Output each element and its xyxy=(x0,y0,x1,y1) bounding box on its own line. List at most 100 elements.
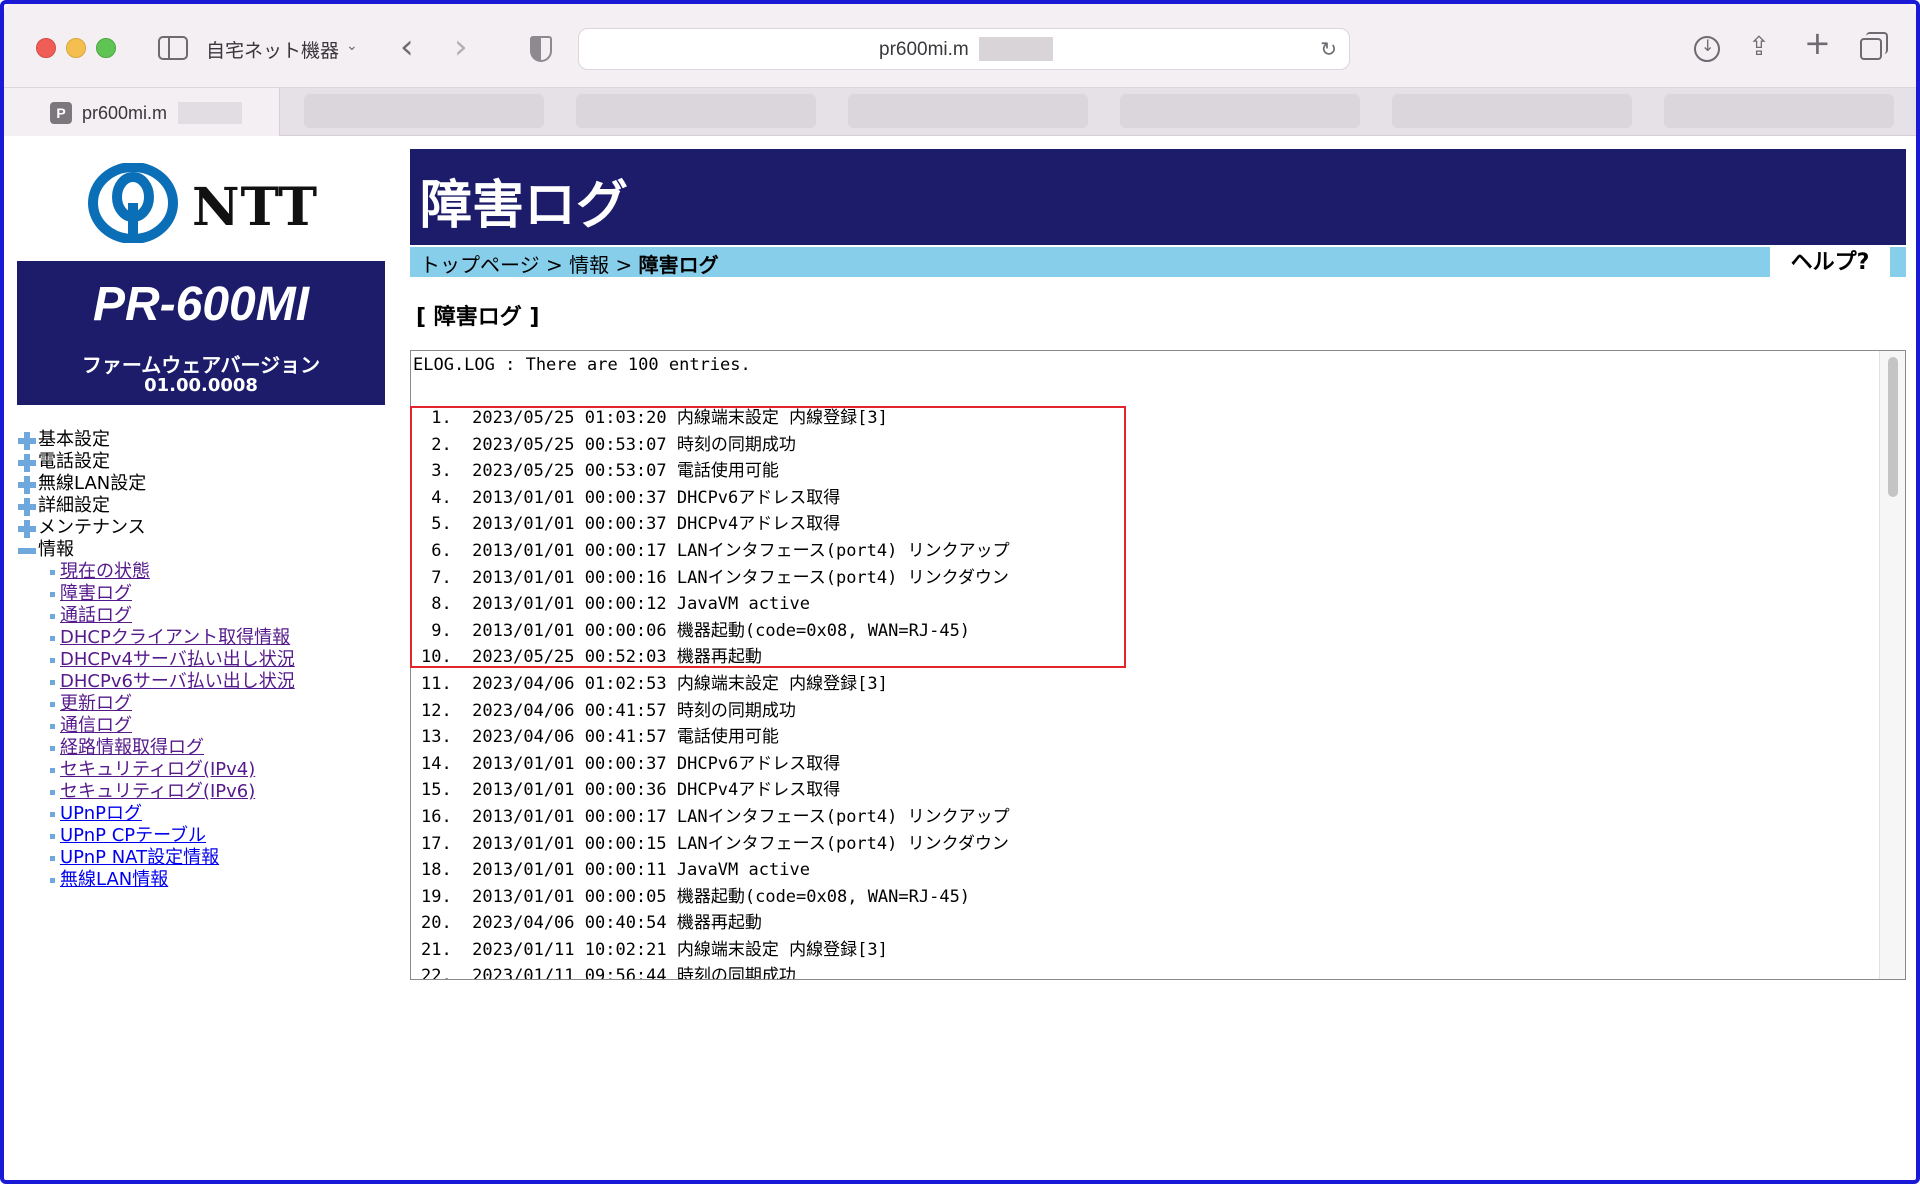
bullet-icon xyxy=(50,724,55,729)
tab-redacted[interactable] xyxy=(1392,94,1632,128)
model-info-box: PR-600MI ファームウェアバージョン 01.00.0008 xyxy=(17,261,385,405)
log-entry: 2. 2023/05/25 00:53:07 時刻の同期成功 xyxy=(421,434,796,455)
menu-subitem[interactable]: セキュリティログ(IPv4) xyxy=(18,759,295,781)
collapse-minus-icon[interactable] xyxy=(18,548,36,554)
menu-subitem[interactable]: 障害ログ xyxy=(18,583,295,605)
scroll-thumb[interactable] xyxy=(1888,357,1898,497)
tab-overview-icon[interactable] xyxy=(1860,32,1888,60)
breadcrumb-current: 障害ログ xyxy=(638,253,719,277)
log-entry: 1. 2023/05/25 01:03:20 内線端末設定 内線登録[3] xyxy=(421,408,888,428)
menu-subitem[interactable]: 通信ログ xyxy=(18,715,295,737)
bullet-icon xyxy=(50,680,55,685)
bullet-icon xyxy=(50,636,55,641)
browser-window: 自宅ネット機器 ⌄ ‹ › pr600mi.m ↻ ⇪ + P pr600mi.… xyxy=(4,4,1916,1180)
menu-subitem[interactable]: DHCPv6サーバ払い出し状況 xyxy=(18,671,295,693)
menu-item-maintenance[interactable]: メンテナンス xyxy=(18,517,295,539)
bullet-icon xyxy=(50,570,55,575)
browser-toolbar: 自宅ネット機器 ⌄ ‹ › pr600mi.m ↻ ⇪ + xyxy=(4,4,1916,88)
tab-redacted[interactable] xyxy=(1664,94,1894,128)
help-button[interactable]: ヘルプ? xyxy=(1770,247,1890,277)
new-tab-plus-icon[interactable]: + xyxy=(1804,27,1831,59)
log-entry: 7. 2013/01/01 00:00:16 LANインタフェース(port4)… xyxy=(421,567,1009,588)
forward-arrow-icon[interactable]: › xyxy=(454,30,468,64)
zoom-window-button[interactable] xyxy=(96,38,116,58)
redacted-url-segment xyxy=(979,37,1053,61)
log-textarea[interactable]: ELOG.LOG : There are 100 entries. 1. 202… xyxy=(410,350,1906,980)
menu-subitem[interactable]: DHCPv4サーバ払い出し状況 xyxy=(18,649,295,671)
url-text: pr600mi.m xyxy=(879,39,969,60)
scrollbar[interactable] xyxy=(1879,351,1905,979)
share-icon[interactable]: ⇪ xyxy=(1748,32,1770,62)
breadcrumb-text: トップページ > 情報 > 障害ログ xyxy=(420,253,719,277)
log-entry: 20. 2023/04/06 00:40:54 機器再起動 xyxy=(421,913,762,934)
bullet-icon xyxy=(50,746,55,751)
tab-group-label[interactable]: 自宅ネット機器 xyxy=(206,36,339,63)
menu-subitem[interactable]: UPnP NAT設定情報 xyxy=(18,847,295,869)
expand-plus-icon[interactable] xyxy=(18,476,36,494)
log-entry: 5. 2013/01/01 00:00:37 DHCPv4アドレス取得 xyxy=(421,514,841,535)
bullet-icon xyxy=(50,614,55,619)
bullet-icon xyxy=(50,658,55,663)
log-entry: 9. 2013/01/01 00:00:06 機器起動(code=0x08, W… xyxy=(421,620,971,641)
log-entry: 22. 2023/01/11 09:56:44 時刻の同期成功 xyxy=(421,966,796,980)
download-icon[interactable] xyxy=(1694,36,1720,62)
reload-icon[interactable]: ↻ xyxy=(1320,37,1337,61)
menu-subitem[interactable]: UPnPログ xyxy=(18,803,295,825)
bullet-icon xyxy=(50,834,55,839)
tab-redacted[interactable] xyxy=(304,94,544,128)
breadcrumb: トップページ > 情報 > 障害ログ ヘルプ? xyxy=(410,247,1906,277)
expand-plus-icon[interactable] xyxy=(18,498,36,516)
log-entry: 18. 2013/01/01 00:00:11 JavaVM active xyxy=(421,860,810,881)
menu-subitem[interactable]: 無線LAN情報 xyxy=(18,869,295,891)
page-title: 障害ログ xyxy=(420,176,629,236)
menu-subitem[interactable]: 更新ログ xyxy=(18,693,295,715)
log-entry: 15. 2013/01/01 00:00:36 DHCPv4アドレス取得 xyxy=(421,780,841,801)
minimize-window-button[interactable] xyxy=(66,38,86,58)
model-name: PR-600MI xyxy=(92,278,310,331)
menu-item-advanced[interactable]: 詳細設定 xyxy=(18,495,295,517)
chevron-down-icon[interactable]: ⌄ xyxy=(346,38,358,54)
log-list: 1. 2023/05/25 01:03:20 内線端末設定 内線登録[3] 2.… xyxy=(421,405,1010,980)
tab-redacted[interactable] xyxy=(848,94,1088,128)
redacted-tab-text xyxy=(178,102,242,124)
log-entry: 4. 2013/01/01 00:00:37 DHCPv6アドレス取得 xyxy=(421,487,841,508)
favicon-icon: P xyxy=(50,102,72,124)
tab-active[interactable]: P pr600mi.m xyxy=(4,88,280,136)
menu-item-basic[interactable]: 基本設定 xyxy=(18,429,295,451)
bullet-icon xyxy=(50,878,55,883)
menu-subitem[interactable]: 経路情報取得ログ xyxy=(18,737,295,759)
tab-redacted[interactable] xyxy=(576,94,816,128)
expand-plus-icon[interactable] xyxy=(18,432,36,450)
menu-subitem[interactable]: DHCPクライアント取得情報 xyxy=(18,627,295,649)
menu-item-info[interactable]: 情報 xyxy=(18,539,295,561)
log-header: ELOG.LOG : There are 100 entries. xyxy=(413,355,751,375)
log-entry: 12. 2023/04/06 00:41:57 時刻の同期成功 xyxy=(421,700,796,721)
menu-subitem[interactable]: 現在の状態 xyxy=(18,561,295,583)
expand-plus-icon[interactable] xyxy=(18,520,36,538)
privacy-shield-icon[interactable] xyxy=(530,36,552,62)
back-arrow-icon[interactable]: ‹ xyxy=(400,30,414,64)
breadcrumb-info[interactable]: 情報 xyxy=(569,253,609,277)
menu-subitem[interactable]: 通話ログ xyxy=(18,605,295,627)
menu-subitem[interactable]: セキュリティログ(IPv6) xyxy=(18,781,295,803)
log-entry: 14. 2013/01/01 00:00:37 DHCPv6アドレス取得 xyxy=(421,753,841,774)
log-entry: 10. 2023/05/25 00:52:03 機器再起動 xyxy=(421,647,762,668)
address-bar[interactable]: pr600mi.m ↻ xyxy=(578,28,1350,70)
firmware-label: ファームウェアバージョン xyxy=(81,353,321,377)
sidebar-toggle-icon[interactable] xyxy=(158,36,188,60)
menu-item-wlan[interactable]: 無線LAN設定 xyxy=(18,473,295,495)
menu-item-phone[interactable]: 電話設定 xyxy=(18,451,295,473)
bullet-icon xyxy=(50,768,55,773)
bullet-icon xyxy=(50,592,55,597)
expand-plus-icon[interactable] xyxy=(18,454,36,472)
bullet-icon xyxy=(50,856,55,861)
log-entry: 16. 2013/01/01 00:00:17 LANインタフェース(port4… xyxy=(421,806,1010,827)
log-entry: 11. 2023/04/06 01:02:53 内線端末設定 内線登録[3] xyxy=(421,673,888,694)
tab-strip: P pr600mi.m xyxy=(4,88,1916,136)
close-window-button[interactable] xyxy=(36,38,56,58)
log-entry: 21. 2023/01/11 10:02:21 内線端末設定 内線登録[3] xyxy=(421,939,888,960)
tab-redacted[interactable] xyxy=(1120,94,1360,128)
menu-subitem[interactable]: UPnP CPテーブル xyxy=(18,825,295,847)
breadcrumb-top[interactable]: トップページ xyxy=(420,253,540,277)
log-entry: 8. 2013/01/01 00:00:12 JavaVM active xyxy=(421,594,810,615)
